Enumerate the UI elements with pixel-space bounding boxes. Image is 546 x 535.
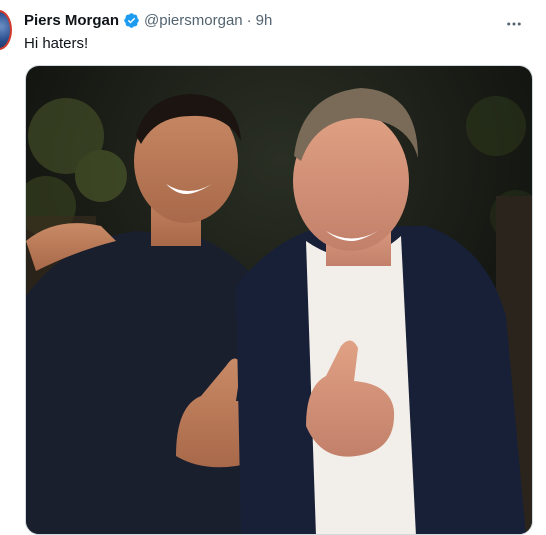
author-name[interactable]: Piers Morgan <box>24 12 119 29</box>
tweet-text: Hi haters! <box>24 35 89 52</box>
author-handle[interactable]: @piersmorgan <box>144 12 243 29</box>
tweet-header: Piers Morgan @piersmorgan · 9h <box>24 10 534 30</box>
separator-dot: · <box>246 11 252 29</box>
tweet-timestamp[interactable]: 9h <box>256 12 273 29</box>
more-horizontal-icon[interactable] <box>500 10 528 38</box>
verified-badge-icon <box>123 12 140 29</box>
author-avatar[interactable] <box>0 10 12 50</box>
photo-illustration <box>26 66 532 534</box>
tweet-photo[interactable] <box>25 65 533 535</box>
